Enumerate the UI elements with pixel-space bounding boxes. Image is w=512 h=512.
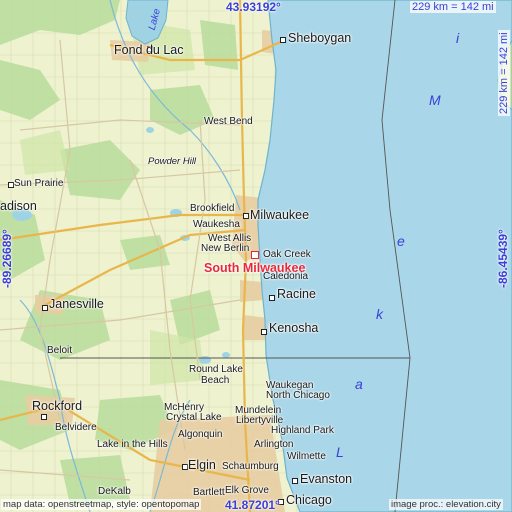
city-fond-du-lac[interactable]: Fond du Lac <box>114 43 184 57</box>
city-new-berlin[interactable]: New Berlin <box>201 243 249 255</box>
lake-letter: k <box>376 306 383 322</box>
city-marker <box>41 414 47 420</box>
city-racine[interactable]: Racine <box>277 287 316 301</box>
map-view[interactable]: Fond du Lac Sheboygan West Bend Powder H… <box>0 0 512 512</box>
city-madison[interactable]: adison <box>0 199 37 213</box>
scale-label-right: 229 km = 142 mi <box>498 30 510 116</box>
coordinate-top: 43.93192° <box>226 0 281 14</box>
city-marker <box>261 329 267 335</box>
city-schaumburg[interactable]: Schaumburg <box>222 461 279 473</box>
city-dekalb[interactable]: DeKalb <box>98 486 131 498</box>
city-round-lake-beach-2[interactable]: Beach <box>201 375 229 387</box>
map-credit: map data: openstreetmap, style: opentopo… <box>1 499 202 510</box>
lake-letter: e <box>397 233 405 249</box>
city-powder-hill[interactable]: Powder Hill <box>148 156 196 168</box>
coordinate-bottom: 41.87201° <box>225 498 280 512</box>
city-sun-prairie[interactable]: Sun Prairie <box>14 178 63 190</box>
coordinate-right: -86.45439° <box>496 229 510 288</box>
city-rockford[interactable]: Rockford <box>32 399 82 413</box>
city-evanston[interactable]: Evanston <box>300 472 352 486</box>
city-chicago[interactable]: Chicago <box>286 493 332 507</box>
city-marker <box>42 305 48 311</box>
city-beloit[interactable]: Beloit <box>47 345 72 357</box>
scale-label-top: 229 km = 142 mi <box>410 1 496 13</box>
city-belvidere[interactable]: Belvidere <box>55 422 97 434</box>
city-arlington[interactable]: Arlington <box>254 439 293 451</box>
city-highland-park[interactable]: Highland Park <box>271 425 334 437</box>
city-wilmette[interactable]: Wilmette <box>287 451 326 463</box>
city-marker <box>269 295 275 301</box>
city-caledonia[interactable]: Caledonia <box>263 271 308 283</box>
city-elgin[interactable]: Elgin <box>188 458 216 472</box>
city-marker <box>280 37 286 43</box>
city-sheboygan[interactable]: Sheboygan <box>288 31 351 45</box>
city-waukesha[interactable]: Waukesha <box>193 219 240 231</box>
lake-letter: a <box>355 376 363 392</box>
city-bartlett[interactable]: Bartlett <box>193 487 225 499</box>
city-elk-grove[interactable]: Elk Grove <box>225 485 269 497</box>
city-oak-creek[interactable]: Oak Creek <box>263 249 311 261</box>
lake-letter: L <box>336 444 344 460</box>
highlighted-location-marker[interactable] <box>251 251 259 259</box>
lake-letter: M <box>429 92 441 108</box>
city-west-bend[interactable]: West Bend <box>204 116 253 128</box>
image-credit: image proc.: elevation.city <box>389 499 503 510</box>
lake-letter: i <box>456 30 460 46</box>
city-janesville[interactable]: Janesville <box>49 297 104 311</box>
city-milwaukee[interactable]: Milwaukee <box>250 208 309 222</box>
city-algonquin[interactable]: Algonquin <box>178 429 222 441</box>
coordinate-left: -89.26689° <box>0 229 14 288</box>
city-brookfield[interactable]: Brookfield <box>190 203 234 215</box>
city-lake-in-the-hills[interactable]: Lake in the Hills <box>97 439 168 451</box>
city-kenosha[interactable]: Kenosha <box>269 321 318 335</box>
city-marker <box>243 213 249 219</box>
city-crystal-lake[interactable]: Crystal Lake <box>166 412 222 424</box>
city-marker <box>292 478 298 484</box>
city-north-chicago[interactable]: North Chicago <box>266 390 330 402</box>
